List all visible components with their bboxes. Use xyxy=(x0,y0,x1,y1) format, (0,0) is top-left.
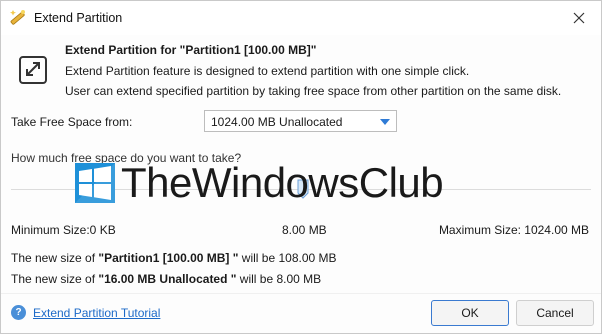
close-button[interactable] xyxy=(557,1,601,35)
new-size-prefix: The new size of xyxy=(11,272,99,286)
take-space-dropdown[interactable]: 1024.00 MB Unallocated xyxy=(204,110,397,132)
header-title: Extend Partition for "Partition1 [100.00… xyxy=(65,43,317,57)
maximum-size: Maximum Size: 1024.00 MB xyxy=(438,223,589,237)
take-space-label: Take Free Space from: xyxy=(11,115,133,129)
wand-icon xyxy=(10,10,25,25)
footer-divider xyxy=(1,293,601,294)
new-size-partition: The new size of "Partition1 [100.00 MB] … xyxy=(11,251,337,265)
close-icon xyxy=(573,12,585,24)
new-size-partition-name: "Partition1 [100.00 MB] " xyxy=(98,251,239,265)
tutorial-link[interactable]: Extend Partition Tutorial xyxy=(33,306,160,320)
windows-logo-icon xyxy=(75,163,115,203)
title-bar: Extend Partition xyxy=(1,1,601,35)
help-icon[interactable]: ? xyxy=(11,305,26,320)
new-size-unallocated: The new size of "16.00 MB Unallocated " … xyxy=(11,272,321,286)
new-size-unallocated-name: "16.00 MB Unallocated " xyxy=(98,272,237,286)
new-size-suffix: will be 8.00 MB xyxy=(236,272,322,286)
ok-button[interactable]: OK xyxy=(431,300,509,326)
chevron-down-icon xyxy=(380,119,390,125)
header-description-1: Extend Partition feature is designed to … xyxy=(65,64,470,78)
current-size: 8.00 MB xyxy=(282,223,327,237)
cancel-button[interactable]: Cancel xyxy=(516,300,594,326)
watermark-text: TheWindowsClub xyxy=(121,159,444,206)
new-size-prefix: The new size of xyxy=(11,251,99,265)
header-description-2: User can extend specified partition by t… xyxy=(65,84,562,98)
watermark: TheWindowsClub xyxy=(75,155,444,211)
minimum-size: Minimum Size:0 KB xyxy=(11,223,116,237)
new-size-suffix: will be 108.00 MB xyxy=(238,251,337,265)
window-title: Extend Partition xyxy=(34,11,123,25)
take-space-selected: 1024.00 MB Unallocated xyxy=(211,115,343,129)
extend-partition-dialog: Extend Partition Extend Partition for "P… xyxy=(0,0,602,334)
expand-arrows-icon xyxy=(19,56,47,84)
